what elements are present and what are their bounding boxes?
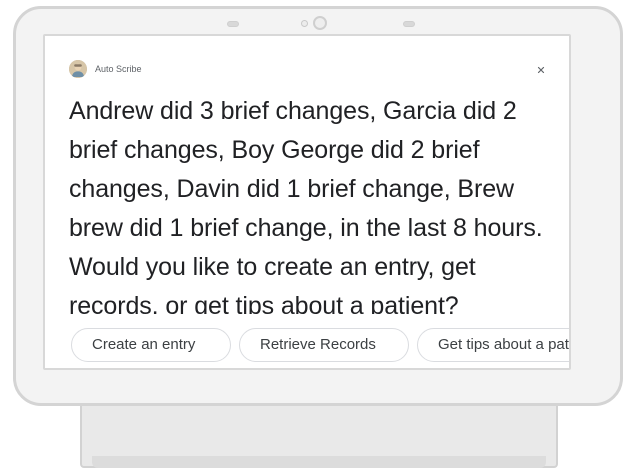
- close-icon[interactable]: [535, 63, 547, 75]
- assistant-header: Auto Scribe: [69, 59, 142, 79]
- suggestion-chips: Create an entry Retrieve Records Get tip…: [71, 328, 569, 368]
- response-text: Andrew did 3 brief changes, Garcia did 2…: [69, 97, 543, 314]
- ambient-sensor-right: [403, 21, 415, 27]
- assistant-avatar-icon: [69, 60, 87, 78]
- app-name: Auto Scribe: [95, 64, 142, 74]
- device-scene: Auto Scribe Andrew did 3 brief changes, …: [0, 0, 637, 474]
- camera-sensor: [313, 16, 327, 30]
- assistant-response: Andrew did 3 brief changes, Garcia did 2…: [69, 92, 569, 314]
- create-entry-chip[interactable]: Create an entry: [71, 328, 231, 362]
- ambient-sensor-left: [227, 21, 239, 27]
- display-screen: Auto Scribe Andrew did 3 brief changes, …: [43, 34, 571, 370]
- get-tips-chip[interactable]: Get tips about a patient: [417, 328, 569, 362]
- retrieve-records-chip[interactable]: Retrieve Records: [239, 328, 409, 362]
- device-stand-base: [92, 456, 546, 468]
- mic-indicator: [301, 20, 308, 27]
